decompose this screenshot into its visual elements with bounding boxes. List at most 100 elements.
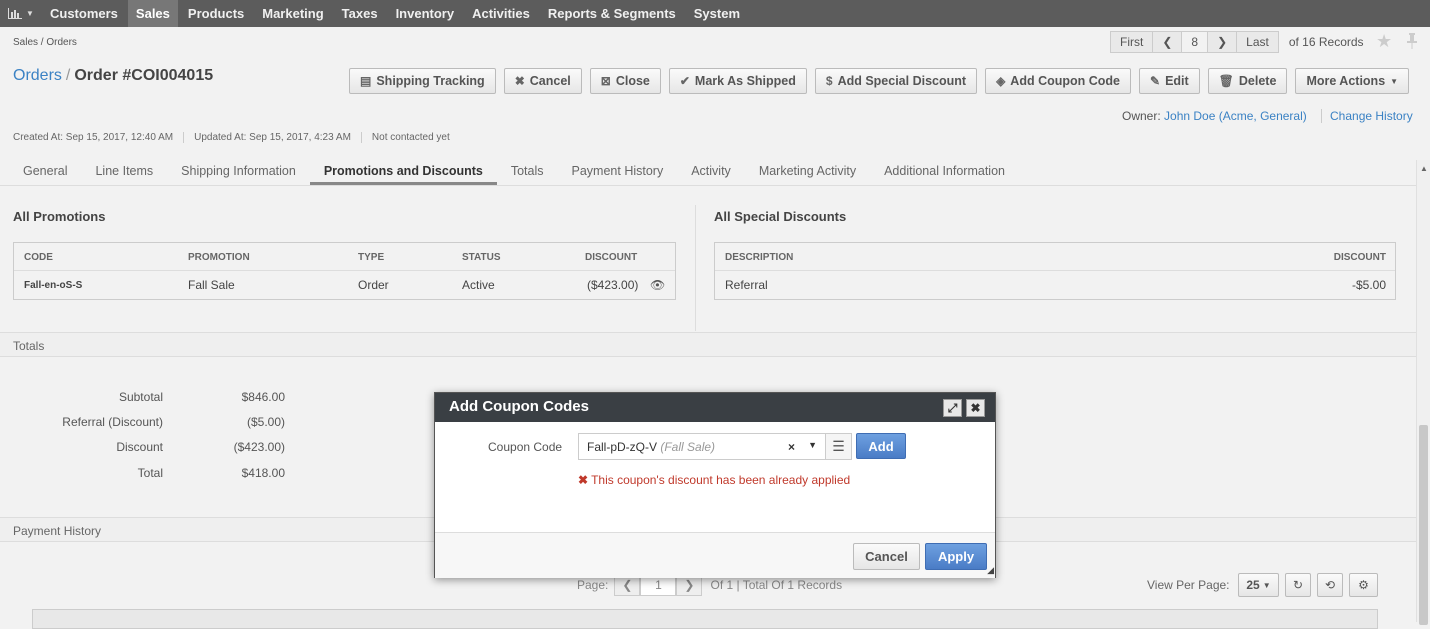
table-row: Referral -$5.00 — [715, 271, 1395, 299]
referral-discount-label: Referral (Discount) — [62, 415, 163, 429]
page-scrollbar[interactable]: ▲ — [1416, 160, 1430, 625]
caret-down-icon: ▼ — [1390, 76, 1399, 86]
reset-button[interactable]: ⟲ — [1317, 573, 1343, 597]
caret-down-icon: ▼ — [1262, 580, 1271, 590]
menu-activities[interactable]: Activities — [464, 0, 538, 27]
next-record-button[interactable]: ❯ — [1208, 31, 1238, 53]
column-header-status[interactable]: STATUS — [462, 252, 501, 263]
special-discounts-grid-header: DESCRIPTION DISCOUNT — [715, 243, 1395, 271]
discount-amount: -$5.00 — [1351, 278, 1386, 292]
edit-button[interactable]: ✎ Edit — [1139, 68, 1200, 94]
menu-marketing[interactable]: Marketing — [254, 0, 331, 27]
cancel-button[interactable]: Cancel — [853, 543, 920, 570]
promotion-status: Active — [462, 278, 495, 292]
first-record-button[interactable]: First — [1110, 31, 1154, 53]
tab-line-items[interactable]: Line Items — [81, 157, 167, 185]
section-tabs: General Line Items Shipping Information … — [0, 157, 1416, 186]
scrollbar-thumb[interactable] — [1419, 425, 1428, 625]
tab-promotions-and-discounts[interactable]: Promotions and Discounts — [309, 157, 497, 185]
refresh-button[interactable]: ↻ — [1285, 573, 1311, 597]
tab-marketing-activity[interactable]: Marketing Activity — [745, 157, 870, 185]
promotion-type: Order — [358, 278, 389, 292]
caret-down-icon[interactable]: ▼ — [808, 440, 817, 450]
mark-as-shipped-button[interactable]: ✔ Mark As Shipped — [668, 68, 807, 94]
add-coupon-button[interactable]: Add — [856, 433, 906, 459]
error-icon: ✖ — [578, 473, 589, 487]
dialog-footer: Cancel Apply — [435, 532, 995, 578]
column-header-type[interactable]: TYPE — [358, 252, 384, 263]
coupon-list-button[interactable]: ☰ — [825, 433, 852, 460]
reset-icon: ⟲ — [1324, 578, 1336, 592]
tab-additional-information[interactable]: Additional Information — [870, 157, 1019, 185]
close-icon: ✖ — [970, 401, 981, 415]
view-per-page-select[interactable]: 25 ▼ — [1238, 573, 1279, 597]
change-history-link[interactable]: Change History — [1321, 109, 1413, 123]
column-header-description[interactable]: DESCRIPTION — [725, 252, 793, 263]
eye-icon[interactable]: 👁 — [650, 278, 665, 292]
owner-link[interactable]: John Doe (Acme, General) — [1164, 109, 1307, 123]
discount-value: ($423.00) — [233, 440, 285, 454]
all-promotions-title: All Promotions — [13, 209, 106, 224]
total-label: Total — [137, 466, 163, 480]
chevron-down-icon: ▼ — [26, 9, 34, 18]
add-special-discount-button[interactable]: $ Add Special Discount — [814, 68, 978, 94]
validation-error: ✖ This coupon's discount has been already… — [578, 473, 850, 487]
view-per-page-value: 25 — [1246, 578, 1260, 592]
column-header-promotion[interactable]: PROMOTION — [188, 252, 250, 263]
menu-system[interactable]: System — [686, 0, 748, 27]
tab-general[interactable]: General — [9, 157, 81, 185]
last-record-button[interactable]: Last — [1237, 31, 1279, 53]
coupon-code-value: Fall-pD-zQ-V — [587, 440, 658, 454]
column-header-code[interactable]: CODE — [24, 252, 53, 263]
shipping-tracking-button[interactable]: ▤ Shipping Tracking — [349, 68, 496, 94]
more-actions-label: More Actions — [1306, 74, 1386, 88]
cancel-order-button[interactable]: ✖ Cancel — [503, 68, 582, 94]
delete-button[interactable]: 🗑 Delete — [1207, 68, 1288, 94]
menu-customers[interactable]: Customers — [42, 0, 126, 27]
dialog-header[interactable]: Add Coupon Codes ⤢ ✖ — [435, 393, 995, 422]
payment-history-grid — [32, 609, 1378, 629]
coupon-code-select[interactable]: Fall-pD-zQ-V (Fall Sale) × ▼ — [578, 433, 826, 460]
close-icon: ✖ — [514, 74, 525, 88]
close-order-button[interactable]: ⊠ Close — [589, 68, 661, 94]
tab-payment-history[interactable]: Payment History — [558, 157, 678, 185]
apply-button[interactable]: Apply — [925, 543, 987, 570]
menu-taxes[interactable]: Taxes — [334, 0, 386, 27]
star-icon[interactable]: ★ — [1376, 31, 1392, 52]
menu-reports-segments[interactable]: Reports & Segments — [540, 0, 684, 27]
more-actions-button[interactable]: More Actions ▼ — [1295, 68, 1410, 94]
orders-link[interactable]: Orders — [13, 67, 62, 84]
column-header-discount[interactable]: DISCOUNT — [1334, 252, 1386, 263]
gear-icon: ⚙ — [1358, 578, 1369, 592]
menu-inventory[interactable]: Inventory — [388, 0, 463, 27]
resize-handle-icon[interactable]: ◢ — [987, 565, 994, 576]
tab-totals[interactable]: Totals — [497, 157, 558, 185]
promotions-grid-header: CODE PROMOTION TYPE STATUS DISCOUNT — [14, 243, 675, 271]
menu-products[interactable]: Products — [180, 0, 252, 27]
current-record-number: 8 — [1182, 31, 1209, 53]
discount-label: Discount — [116, 440, 163, 454]
table-row: Fall-en-oS-S Fall Sale Order Active ($42… — [14, 271, 675, 299]
all-special-discounts-title: All Special Discounts — [714, 209, 847, 224]
menu-sales[interactable]: Sales — [127, 0, 178, 27]
record-meta: Created At: Sep 15, 2017, 12:40 AM Updat… — [13, 132, 470, 143]
close-order-label: Close — [615, 74, 650, 88]
dashboard-menu-button[interactable]: ▼ — [0, 0, 42, 27]
clear-selection-icon[interactable]: × — [788, 440, 795, 454]
grid-settings-button[interactable]: ⚙ — [1349, 573, 1378, 597]
previous-record-button[interactable]: ❮ — [1153, 31, 1183, 53]
close-dialog-button[interactable]: ✖ — [966, 399, 985, 417]
add-coupon-code-button[interactable]: ◈ Add Coupon Code — [985, 68, 1131, 94]
cancel-order-label: Cancel — [529, 74, 571, 88]
page-label: Page: — [577, 578, 609, 592]
breadcrumb[interactable]: Sales / Orders — [13, 37, 77, 48]
column-header-discount[interactable]: DISCOUNT — [585, 252, 637, 263]
tab-activity[interactable]: Activity — [677, 157, 745, 185]
pin-icon[interactable] — [1406, 33, 1418, 49]
maximize-dialog-button[interactable]: ⤢ — [943, 399, 962, 417]
tab-shipping-information[interactable]: Shipping Information — [167, 157, 310, 185]
records-count: of 16 Records — [1288, 35, 1364, 49]
title-separator: / — [65, 67, 71, 84]
scroll-up-icon[interactable]: ▲ — [1420, 164, 1428, 173]
contacted-status: Not contacted yet — [371, 132, 450, 143]
